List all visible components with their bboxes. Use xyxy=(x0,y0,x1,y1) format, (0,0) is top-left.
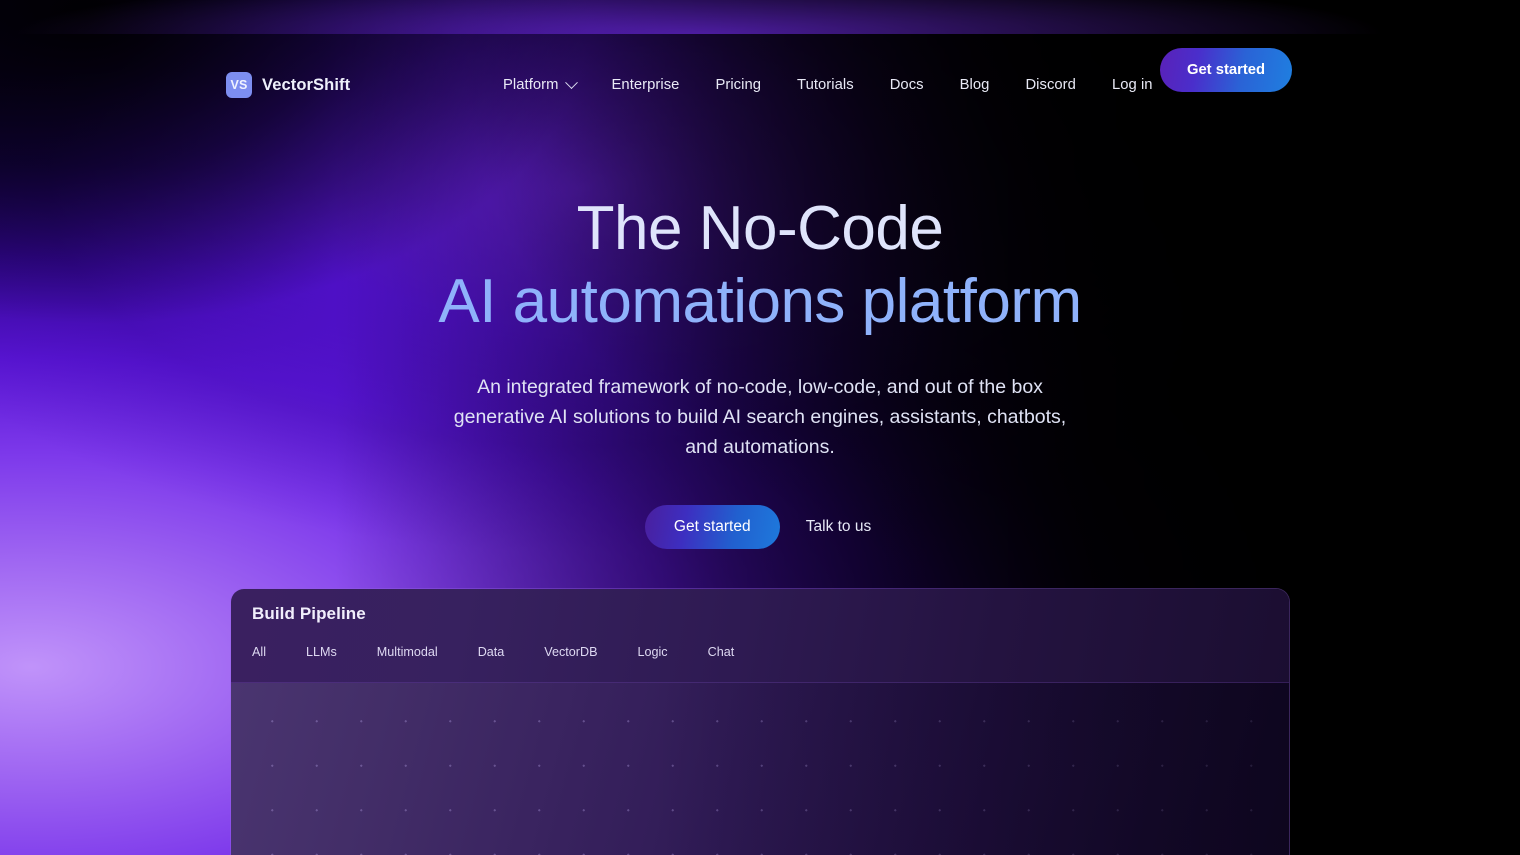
nav-get-started-button[interactable]: Get started xyxy=(1160,48,1292,92)
nav-link-blog[interactable]: Blog xyxy=(942,77,1008,93)
brand-logo[interactable]: VS VectorShift xyxy=(226,72,350,98)
nav-link-platform[interactable]: Platform xyxy=(503,75,594,93)
nav-link-label: Platform xyxy=(503,77,559,93)
canvas-right-shade xyxy=(231,683,1289,855)
site-header: VS VectorShift Platform Enterprise Prici… xyxy=(0,0,1520,170)
pipeline-tab-all[interactable]: All xyxy=(252,645,306,659)
chevron-down-icon xyxy=(564,75,578,89)
hero-headline: The No-Code AI automations platform xyxy=(0,196,1520,334)
nav-link-discord[interactable]: Discord xyxy=(1007,77,1094,93)
nav-link-login[interactable]: Log in xyxy=(1094,77,1171,93)
brand-name: VectorShift xyxy=(262,75,351,94)
build-pipeline-panel: Build Pipeline All LLMs Multimodal Data … xyxy=(230,588,1290,855)
nav-link-enterprise[interactable]: Enterprise xyxy=(594,77,698,93)
hero-subtitle: An integrated framework of no-code, low-… xyxy=(453,376,1067,459)
hero-get-started-button[interactable]: Get started xyxy=(644,505,780,550)
pipeline-canvas[interactable]: Input File loader VectorDB Loader Vector… xyxy=(231,683,1289,855)
hero-section: The No-Code AI automations platform An i… xyxy=(0,196,1520,550)
hero-headline-line-2: AI automations platform xyxy=(438,267,1082,337)
nav-link-pricing[interactable]: Pricing xyxy=(697,77,779,93)
pipeline-tab-vectordb[interactable]: VectorDB xyxy=(544,645,637,659)
pipeline-tab-data[interactable]: Data xyxy=(478,645,545,659)
hero-talk-to-us-button[interactable]: Talk to us xyxy=(802,518,875,536)
pipeline-panel-header: Build Pipeline All LLMs Multimodal Data … xyxy=(231,589,1289,683)
nav-link-docs[interactable]: Docs xyxy=(872,77,942,93)
primary-navigation: VS VectorShift Platform Enterprise Prici… xyxy=(226,48,1292,104)
pipeline-tab-logic[interactable]: Logic xyxy=(638,645,708,659)
nav-links: Platform Enterprise Pricing Tutorials Do… xyxy=(503,66,1171,104)
pipeline-tab-multimodal[interactable]: Multimodal xyxy=(377,645,478,659)
canvas-dot-grid xyxy=(231,683,1289,855)
brand-badge-icon: VS xyxy=(226,72,252,98)
pipeline-tabs: All LLMs Multimodal Data VectorDB Logic … xyxy=(252,645,734,659)
page-root: VS VectorShift Platform Enterprise Prici… xyxy=(0,0,1520,855)
pipeline-tab-llms[interactable]: LLMs xyxy=(306,645,377,659)
nav-link-tutorials[interactable]: Tutorials xyxy=(779,77,872,93)
pipeline-tab-chat[interactable]: Chat xyxy=(708,645,735,659)
hero-actions: Get started Talk to us xyxy=(0,505,1520,550)
hero-headline-line-1: The No-Code xyxy=(576,194,944,263)
pipeline-title: Build Pipeline xyxy=(252,604,366,623)
